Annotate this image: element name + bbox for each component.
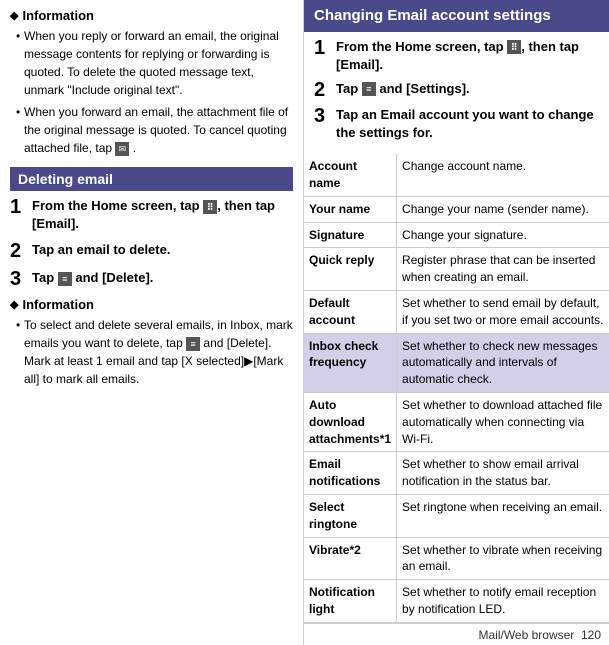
delete-step-text-1: From the Home screen, tap ⠿, then tap [E… xyxy=(32,197,293,233)
home-grid-icon-del: ⠿ xyxy=(203,200,217,214)
table-row: Default accountSet whether to send email… xyxy=(304,291,609,334)
setting-label: Notification light xyxy=(304,580,397,623)
info-list-1: When you reply or forward an email, the … xyxy=(10,27,293,157)
table-row: Email notificationsSet whether to show e… xyxy=(304,452,609,495)
info-header-text-2: Information xyxy=(22,297,94,312)
delete-step-3: 3 Tap ≡ and [Delete]. xyxy=(10,269,293,289)
delete-step-num-3: 3 xyxy=(10,269,26,289)
setting-description: Change your name (sender name). xyxy=(397,196,609,222)
setting-label: Select ringtone xyxy=(304,495,397,538)
info-list-2: To select and delete several emails, in … xyxy=(10,316,293,388)
page-number: 120 xyxy=(581,628,601,642)
info-block-2: ◆ Information To select and delete sever… xyxy=(10,297,293,388)
setting-description: Register phrase that can be inserted whe… xyxy=(397,248,609,291)
settings-table: Account nameChange account name.Your nam… xyxy=(304,154,609,623)
info-header-text-1: Information xyxy=(22,8,94,23)
setting-label: Quick reply xyxy=(304,248,397,291)
menu-icon-r: ≡ xyxy=(362,82,376,96)
setting-description: Change account name. xyxy=(397,154,609,196)
setting-label: Auto download attachments*1 xyxy=(304,393,397,452)
delete-step-1: 1 From the Home screen, tap ⠿, then tap … xyxy=(10,197,293,233)
table-row: SignatureChange your signature. xyxy=(304,222,609,248)
attach-icon: ✉ xyxy=(115,142,129,156)
info-bullet-1: When you reply or forward an email, the … xyxy=(16,27,293,99)
left-column: ◆ Information When you reply or forward … xyxy=(0,0,304,645)
delete-step-2: 2 Tap an email to delete. xyxy=(10,241,293,261)
setting-description: Set whether to show email arrival notifi… xyxy=(397,452,609,495)
info-header-1: ◆ Information xyxy=(10,8,293,23)
right-column: Changing Email account settings 1 From t… xyxy=(304,0,609,645)
delete-step-num-1: 1 xyxy=(10,197,26,217)
footer-label: Mail/Web browser xyxy=(478,628,574,642)
home-grid-icon-r: ⠿ xyxy=(507,40,521,54)
menu-icon-del: ≡ xyxy=(58,272,72,286)
setting-label: Email notifications xyxy=(304,452,397,495)
setting-label: Inbox check frequency xyxy=(304,333,397,392)
delete-step-text-3: Tap ≡ and [Delete]. xyxy=(32,269,153,287)
right-step-text-2: Tap ≡ and [Settings]. xyxy=(336,80,470,98)
diamond-icon-2: ◆ xyxy=(10,298,18,311)
right-step-2: 2 Tap ≡ and [Settings]. xyxy=(314,80,599,100)
table-row: Your nameChange your name (sender name). xyxy=(304,196,609,222)
table-row: Vibrate*2Set whether to vibrate when rec… xyxy=(304,537,609,580)
diamond-icon-1: ◆ xyxy=(10,9,18,22)
info-bullet-3: To select and delete several emails, in … xyxy=(16,316,293,388)
table-row: Auto download attachments*1Set whether t… xyxy=(304,393,609,452)
info-block-1: ◆ Information When you reply or forward … xyxy=(10,8,293,157)
right-step-1: 1 From the Home screen, tap ⠿, then tap … xyxy=(314,38,599,74)
setting-description: Set whether to vibrate when receiving an… xyxy=(397,537,609,580)
menu-icon-del2: ≡ xyxy=(186,337,200,351)
right-header: Changing Email account settings xyxy=(304,0,609,32)
setting-label: Default account xyxy=(304,291,397,334)
setting-label: Signature xyxy=(304,222,397,248)
info-header-2: ◆ Information xyxy=(10,297,293,312)
setting-description: Set whether to download attached file au… xyxy=(397,393,609,452)
right-step-3: 3 Tap an Email account you want to chang… xyxy=(314,106,599,142)
right-steps: 1 From the Home screen, tap ⠿, then tap … xyxy=(304,32,609,155)
right-step-text-1: From the Home screen, tap ⠿, then tap [E… xyxy=(336,38,599,74)
table-row: Inbox check frequencySet whether to chec… xyxy=(304,333,609,392)
right-step-num-1: 1 xyxy=(314,38,330,58)
table-row: Quick replyRegister phrase that can be i… xyxy=(304,248,609,291)
setting-description: Set whether to send email by default, if… xyxy=(397,291,609,334)
delete-step-num-2: 2 xyxy=(10,241,26,261)
setting-description: Change your signature. xyxy=(397,222,609,248)
setting-description: Set whether to notify email reception by… xyxy=(397,580,609,623)
table-row: Notification lightSet whether to notify … xyxy=(304,580,609,623)
right-step-num-2: 2 xyxy=(314,80,330,100)
info-bullet-2: When you forward an email, the attachmen… xyxy=(16,103,293,157)
delete-section-header: Deleting email xyxy=(10,167,293,191)
footer: Mail/Web browser 120 xyxy=(304,623,609,645)
setting-label: Vibrate*2 xyxy=(304,537,397,580)
right-step-num-3: 3 xyxy=(314,106,330,126)
table-row: Account nameChange account name. xyxy=(304,154,609,196)
setting-label: Your name xyxy=(304,196,397,222)
table-row: Select ringtoneSet ringtone when receivi… xyxy=(304,495,609,538)
setting-label: Account name xyxy=(304,154,397,196)
setting-description: Set whether to check new messages automa… xyxy=(397,333,609,392)
delete-step-text-2: Tap an email to delete. xyxy=(32,241,170,259)
right-step-text-3: Tap an Email account you want to change … xyxy=(336,106,599,142)
setting-description: Set ringtone when receiving an email. xyxy=(397,495,609,538)
